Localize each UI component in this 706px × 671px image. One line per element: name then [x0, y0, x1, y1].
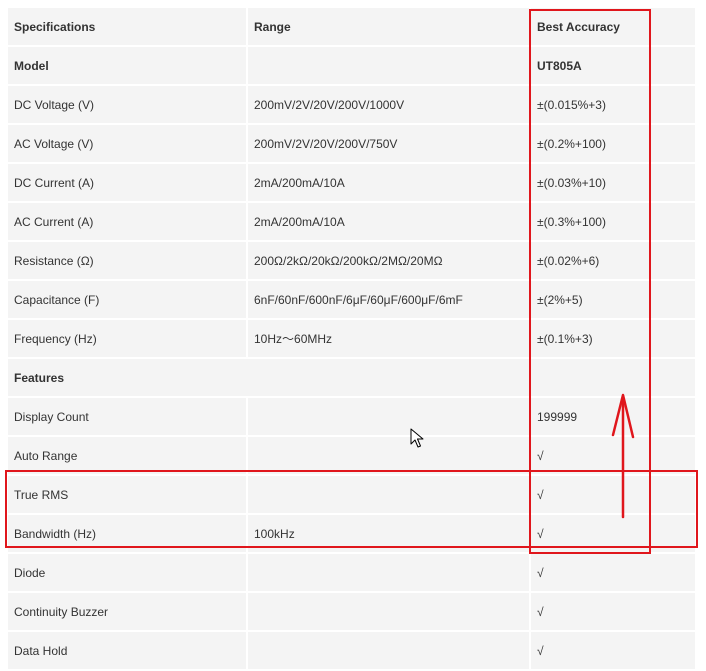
spec-cell: Resistance (Ω): [8, 242, 246, 279]
table-row: Auto Range √: [8, 437, 695, 474]
feature-cell: Diode: [8, 554, 246, 591]
range-cell: 200mV/2V/20V/200V/750V: [248, 125, 529, 162]
table-row: Bandwidth (Hz) 100kHz √: [8, 515, 695, 552]
feature-cell: Data Hold: [8, 632, 246, 669]
features-heading: Features: [8, 359, 529, 396]
range-cell: [248, 47, 529, 84]
accuracy-cell: ±(0.1%+3): [531, 320, 695, 357]
accuracy-cell: ±(0.2%+100): [531, 125, 695, 162]
range-cell: 200Ω/2kΩ/20kΩ/200kΩ/2MΩ/20MΩ: [248, 242, 529, 279]
range-cell: 200mV/2V/20V/200V/1000V: [248, 86, 529, 123]
range-cell: [248, 476, 529, 513]
accuracy-cell: ±(2%+5): [531, 281, 695, 318]
mouse-pointer-icon: [410, 428, 424, 448]
table-row: True RMS √: [8, 476, 695, 513]
table-row: Continuity Buzzer √: [8, 593, 695, 630]
range-cell: [248, 554, 529, 591]
header-range: Range: [248, 8, 529, 45]
table-row: Frequency (Hz) 10Hz～60MHz ±(0.1%+3): [8, 320, 695, 357]
table-row: DC Current (A) 2mA/200mA/10A ±(0.03%+10): [8, 164, 695, 201]
spec-cell: AC Voltage (V): [8, 125, 246, 162]
feature-cell: True RMS: [8, 476, 246, 513]
accuracy-cell: ±(0.015%+3): [531, 86, 695, 123]
range-cell: [248, 632, 529, 669]
table-row: Model UT805A: [8, 47, 695, 84]
range-cell: 100kHz: [248, 515, 529, 552]
up-arrow-annotation-icon: [611, 393, 635, 519]
range-cell: [248, 437, 529, 474]
accuracy-cell: √: [531, 554, 695, 591]
accuracy-cell: ±(0.3%+100): [531, 203, 695, 240]
feature-cell: Bandwidth (Hz): [8, 515, 246, 552]
accuracy-cell: √: [531, 593, 695, 630]
table-row: Data Hold √: [8, 632, 695, 669]
specifications-table: Specifications Range Best Accuracy Model…: [6, 6, 697, 671]
table-row: Diode √: [8, 554, 695, 591]
feature-cell: Auto Range: [8, 437, 246, 474]
range-cell: [248, 593, 529, 630]
range-cell: [248, 398, 529, 435]
accuracy-cell: ±(0.03%+10): [531, 164, 695, 201]
features-heading-row: Features: [8, 359, 695, 396]
header-specifications: Specifications: [8, 8, 246, 45]
feature-cell: Display Count: [8, 398, 246, 435]
spec-cell: Capacitance (F): [8, 281, 246, 318]
accuracy-cell: ±(0.02%+6): [531, 242, 695, 279]
table-row: AC Voltage (V) 200mV/2V/20V/200V/750V ±(…: [8, 125, 695, 162]
range-cell: 2mA/200mA/10A: [248, 164, 529, 201]
spec-cell: Frequency (Hz): [8, 320, 246, 357]
range-cell: 2mA/200mA/10A: [248, 203, 529, 240]
table-row: Capacitance (F) 6nF/60nF/600nF/6μF/60μF/…: [8, 281, 695, 318]
range-cell: 6nF/60nF/600nF/6μF/60μF/600μF/6mF: [248, 281, 529, 318]
table-row: AC Current (A) 2mA/200mA/10A ±(0.3%+100): [8, 203, 695, 240]
table-header-row: Specifications Range Best Accuracy: [8, 8, 695, 45]
accuracy-cell: √: [531, 632, 695, 669]
table-row: Resistance (Ω) 200Ω/2kΩ/20kΩ/200kΩ/2MΩ/2…: [8, 242, 695, 279]
spec-cell: DC Current (A): [8, 164, 246, 201]
header-best-accuracy: Best Accuracy: [531, 8, 695, 45]
spec-cell: AC Current (A): [8, 203, 246, 240]
spec-cell: Model: [8, 47, 246, 84]
table-row: DC Voltage (V) 200mV/2V/20V/200V/1000V ±…: [8, 86, 695, 123]
feature-cell: Continuity Buzzer: [8, 593, 246, 630]
table-row: Display Count 199999: [8, 398, 695, 435]
range-cell: 10Hz～60MHz: [248, 320, 529, 357]
accuracy-cell: UT805A: [531, 47, 695, 84]
spec-cell: DC Voltage (V): [8, 86, 246, 123]
